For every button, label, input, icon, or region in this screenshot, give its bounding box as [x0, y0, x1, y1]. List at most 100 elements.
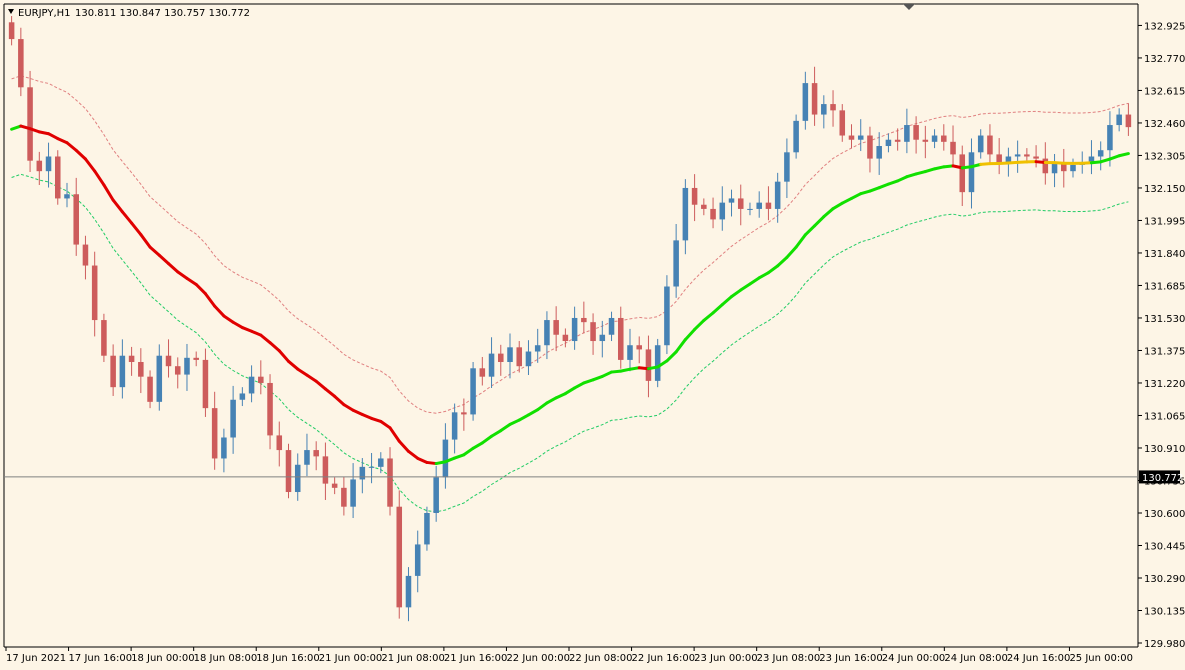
candle	[414, 544, 421, 576]
candle	[617, 317, 624, 360]
candle	[553, 320, 559, 335]
x-tick-label: 25 Jun 00:00	[1069, 653, 1133, 664]
candle	[765, 202, 772, 209]
candle	[544, 320, 550, 346]
candle	[885, 139, 892, 147]
candle	[1051, 162, 1058, 174]
candle	[894, 139, 901, 142]
candle	[248, 376, 255, 394]
candle	[405, 575, 412, 608]
candle	[27, 87, 33, 161]
candle	[747, 208, 753, 210]
candle	[719, 202, 726, 220]
candle	[174, 366, 181, 375]
candle	[470, 368, 476, 415]
candle	[1107, 125, 1113, 151]
candle	[304, 450, 310, 465]
candle	[950, 141, 956, 155]
y-tick-label: 130.135	[1144, 606, 1185, 617]
y-tick-label: 132.615	[1144, 86, 1185, 97]
candle	[119, 355, 126, 388]
candle	[867, 135, 873, 159]
candle	[276, 435, 283, 451]
x-tick-label: 23 Jun 08:00	[757, 653, 821, 664]
candle	[571, 317, 578, 342]
candle	[857, 135, 864, 140]
candle	[258, 376, 264, 383]
candle	[876, 146, 882, 159]
candle	[737, 198, 744, 209]
candle	[285, 450, 292, 493]
candle	[138, 362, 144, 377]
price-chart[interactable]: 132.925 132.770 132.615 132.460 132.305 132.1…	[0, 0, 1185, 670]
x-tick-label: 23 Jun 16:00	[819, 653, 883, 664]
y-tick-label: 132.770	[1144, 54, 1185, 65]
candle	[941, 135, 947, 142]
candle	[996, 154, 1002, 163]
ohlc-label: 130.811 130.847 130.757 130.772	[75, 8, 250, 19]
candle	[54, 156, 61, 199]
candle	[710, 208, 716, 220]
candle	[211, 408, 218, 459]
x-tick-label: 22 Jun 08:00	[569, 653, 633, 664]
x-tick-label: 24 Jun 08:00	[944, 653, 1008, 664]
candle	[396, 506, 403, 608]
candle	[811, 83, 818, 115]
candle	[101, 320, 107, 356]
candle	[378, 458, 384, 467]
y-tick-label: 129.980	[1144, 639, 1185, 650]
x-tick-label: 17 Jun 16:00	[69, 653, 133, 664]
candle	[904, 125, 910, 142]
symbol-label: EURJPY,H1	[18, 8, 71, 19]
candle	[184, 357, 190, 375]
candle	[673, 240, 679, 287]
candle	[793, 120, 799, 153]
candle	[931, 135, 938, 142]
x-tick-label: 21 Jun 16:00	[444, 653, 508, 664]
x-tick-label: 23 Jun 00:00	[694, 653, 758, 664]
candle	[599, 334, 606, 342]
candle	[1042, 158, 1049, 174]
candle	[193, 357, 199, 360]
candle	[977, 135, 984, 153]
candle	[821, 104, 827, 115]
candle	[922, 139, 929, 142]
candle	[239, 393, 246, 400]
candle	[488, 353, 495, 377]
candle	[525, 351, 532, 367]
chart-window[interactable]: 132.925 132.770 132.615 132.460 132.305 132.1…	[0, 0, 1185, 670]
x-tick-label: 17 Jun 2021	[6, 653, 66, 664]
candle	[36, 160, 43, 172]
y-tick-label: 131.995	[1144, 216, 1185, 227]
candle	[202, 359, 209, 409]
candle	[959, 154, 966, 193]
candle	[913, 125, 919, 140]
candle	[451, 412, 458, 440]
candle	[359, 466, 366, 480]
candle	[784, 152, 790, 182]
ma-segment	[1117, 152, 1130, 158]
y-tick-label: 131.065	[1144, 411, 1185, 422]
candle	[341, 487, 347, 507]
candle	[479, 368, 486, 377]
y-tick-label: 131.840	[1144, 249, 1185, 260]
y-tick-label: 132.460	[1144, 119, 1185, 130]
y-tick-label: 130.290	[1144, 574, 1185, 585]
candle	[322, 456, 329, 484]
x-tick-label: 21 Jun 08:00	[381, 653, 445, 664]
y-tick-label: 132.925	[1144, 21, 1185, 32]
candle	[165, 355, 172, 367]
candle	[147, 376, 153, 402]
candle	[18, 39, 24, 88]
candle	[636, 345, 642, 350]
candle	[110, 355, 116, 388]
candle	[1116, 114, 1122, 126]
candle	[507, 347, 513, 363]
candle	[82, 244, 89, 266]
candle	[230, 399, 236, 438]
candle	[221, 437, 227, 459]
candle	[756, 202, 762, 209]
candle	[91, 265, 98, 321]
y-tick-label: 131.375	[1144, 346, 1185, 357]
candle	[294, 464, 301, 493]
